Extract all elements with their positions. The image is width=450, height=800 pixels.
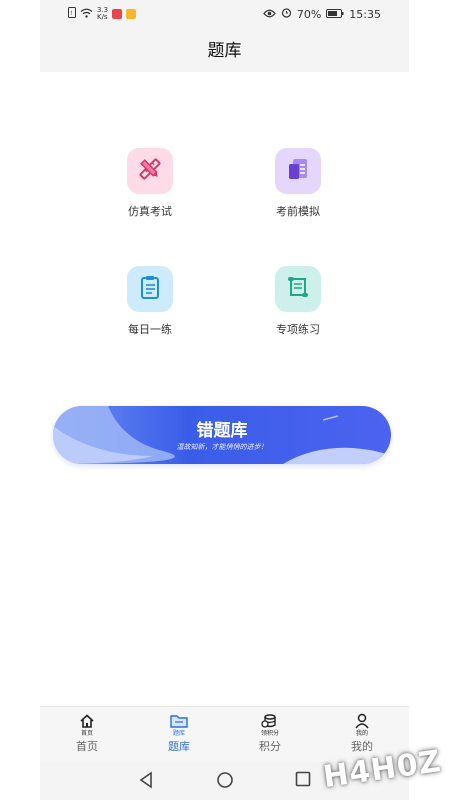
net-speed-unit: K/s [97, 13, 108, 21]
mail-notification-icon [126, 9, 137, 19]
wrong-questions-banner[interactable]: 错题库 温故知新，才能悄悄的进步！ [53, 406, 391, 464]
tab-small-label: 首页 [80, 730, 93, 737]
tile-pre-exam-mock[interactable]: 考前模拟 [238, 148, 358, 219]
wifi-icon [80, 8, 93, 21]
back-icon[interactable] [138, 771, 154, 793]
battery-percent: 70% [296, 7, 322, 21]
coins-icon [261, 713, 279, 729]
tab-mine[interactable]: 我的 我的 [327, 713, 397, 754]
banner-title: 错题库 [196, 421, 248, 441]
pencil-ruler-icon [137, 156, 163, 186]
clipboard-icon [137, 274, 163, 304]
banner-subtitle: 温故知新，才能悄悄的进步！ [176, 443, 268, 451]
page-title: 题库 [207, 41, 242, 61]
tile-simulation-exam[interactable]: 仿真考试 [90, 148, 210, 219]
tile-icon-box [275, 148, 321, 194]
tab-small-label: 领积分 [260, 730, 279, 737]
tile-label: 仿真考试 [128, 205, 172, 218]
tile-label: 每日一练 [128, 323, 172, 336]
eye-icon [263, 8, 276, 21]
user-icon [354, 713, 370, 729]
tile-icon-box [275, 266, 321, 312]
alarm-icon [281, 7, 292, 21]
svg-text:!: ! [70, 10, 72, 17]
recent-apps-icon[interactable] [295, 771, 311, 791]
battery-icon [326, 8, 344, 21]
document-icon [285, 156, 311, 186]
page-header: 题库 [40, 30, 409, 72]
phone-screen: ! 3.3 K/s 70% 15:35 题库 仿真考试 考前模拟 每日一练 专项… [40, 0, 409, 800]
status-bar: ! 3.3 K/s 70% 15:35 [40, 0, 409, 30]
folder-icon [170, 713, 188, 729]
app-notification-icon [112, 9, 123, 19]
clock-time: 15:35 [349, 7, 381, 21]
tab-question-bank[interactable]: 题库 题库 [144, 713, 214, 754]
tab-small-label: 题库 [172, 730, 185, 737]
bottom-tab-bar: 首页 首页 题库 题库 领积分 积分 我的 我的 [40, 706, 409, 763]
tab-label: 题库 [168, 740, 190, 753]
tab-label: 首页 [76, 740, 98, 753]
home-icon [79, 713, 95, 729]
sim-icon: ! [68, 7, 76, 21]
tab-points[interactable]: 领积分 积分 [235, 713, 305, 754]
tile-label: 专项练习 [276, 323, 320, 336]
scroll-icon [285, 274, 311, 304]
home-button-icon[interactable] [216, 771, 234, 793]
tab-home[interactable]: 首页 首页 [52, 713, 122, 754]
tile-daily-practice[interactable]: 每日一练 [90, 266, 210, 337]
tile-icon-box [127, 266, 173, 312]
tile-label: 考前模拟 [276, 205, 320, 218]
tile-icon-box [127, 148, 173, 194]
tab-small-label: 我的 [355, 730, 368, 737]
tile-special-practice[interactable]: 专项练习 [238, 266, 358, 337]
tab-label: 积分 [259, 740, 281, 753]
